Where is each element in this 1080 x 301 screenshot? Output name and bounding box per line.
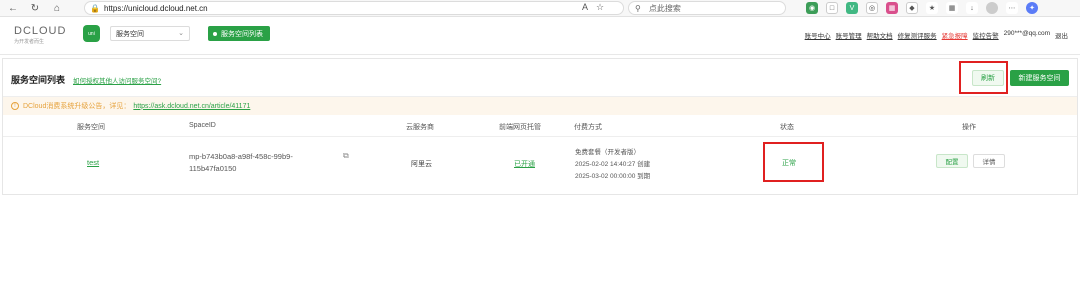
hosting-status-link[interactable]: 已开通 — [514, 159, 535, 169]
profile-avatar-icon[interactable] — [986, 2, 998, 14]
status-badge: 正常 — [782, 160, 796, 167]
page-title: 服务空间列表 — [11, 75, 66, 85]
unicloud-app-icon: uni — [83, 25, 100, 42]
payment-info: 免费套餐（开发者版） 2025-02-02 14:40:27 创建 2025-0… — [575, 147, 650, 183]
space-selector-value: 服务空间 — [116, 30, 144, 38]
space-list-button[interactable]: 服务空间列表 — [208, 26, 270, 41]
address-bar-actions: A ☆ — [582, 2, 604, 13]
header-space-name: 服务空间 — [77, 124, 105, 131]
header-hosting: 前端网页托管 — [499, 124, 541, 131]
new-space-button[interactable]: 新建服务空间 — [1010, 70, 1069, 86]
top-link-monitoring[interactable]: 监控告警 — [973, 30, 999, 40]
top-nav-links: 账号中心 账号管理 帮助文档 修复测评服务 紧急报障 监控告警 290***@q… — [805, 30, 1068, 40]
top-link-emergency[interactable]: 紧急报障 — [942, 30, 968, 40]
top-link-account-center[interactable]: 账号中心 — [805, 30, 831, 40]
detail-button[interactable]: 详情 — [973, 154, 1005, 168]
browser-favorites-icon[interactable]: ★ — [926, 2, 938, 14]
plan-name: 免费套餐（开发者版） — [575, 149, 640, 156]
top-link-account-manage[interactable]: 账号管理 — [836, 30, 862, 40]
copilot-icon[interactable]: ✦ — [1026, 2, 1038, 14]
table-header: 服务空间 SpaceID 云服务商 前端网页托管 付费方式 状态 操作 — [3, 115, 1077, 137]
table-row: test mp-b743b0a8-a98f-458c-99b9-115b47fa… — [3, 137, 1077, 193]
logout-link[interactable]: 退出 — [1055, 30, 1068, 40]
upgrade-notice: ! DCloud消费系统升级公告，详见： https://ask.dcloud.… — [3, 97, 1077, 115]
lock-icon: 🔒 — [90, 3, 100, 13]
extension-pink-icon[interactable]: ▦ — [886, 2, 898, 14]
expire-time: 2025-03-02 00:00:00 到期 — [575, 173, 651, 180]
address-bar-url: https://unicloud.dcloud.net.cn — [104, 3, 208, 13]
header-payment: 付费方式 — [574, 124, 602, 131]
chevron-down-icon: ⌄ — [178, 30, 184, 37]
download-icon[interactable]: ↓ — [966, 2, 978, 14]
access-help-link[interactable]: 如何授权其他人访问服务空间? — [73, 75, 161, 85]
app-header: DCLOUD 为开发者而生 uni 服务空间 ⌄ 服务空间列表 账号中心 账号管… — [0, 17, 1080, 55]
refresh-icon[interactable]: ↻ — [28, 1, 42, 15]
address-bar[interactable]: 🔒 https://unicloud.dcloud.net.cn — [84, 1, 624, 15]
back-icon[interactable]: ← — [6, 1, 20, 15]
config-button[interactable]: 配置 — [936, 154, 968, 168]
space-list-label: 服务空间列表 — [221, 30, 263, 38]
search-icon: ⚲ — [635, 3, 641, 13]
logo-slogan: 为开发者而生 — [14, 39, 45, 45]
browser-toolbar: ← ↻ ⌂ 🔒 https://unicloud.dcloud.net.cn A… — [0, 0, 1080, 17]
more-menu-icon[interactable]: ⋯ — [1006, 2, 1018, 14]
read-aloud-icon[interactable]: A — [582, 2, 588, 13]
space-name-link[interactable]: test — [87, 158, 99, 167]
space-id-value: mp-b743b0a8-a98f-458c-99b9-115b47fa0150 — [189, 152, 293, 173]
dot-icon — [213, 31, 217, 36]
collections-icon[interactable]: ▦ — [946, 2, 958, 14]
created-time: 2025-02-02 14:40:27 创建 — [575, 161, 651, 168]
dcloud-logo[interactable]: DCLOUD 为开发者而生 — [14, 25, 68, 45]
cloud-provider-value: 阿里云 — [411, 161, 432, 168]
panel-title-row: 服务空间列表 如何授权其他人访问服务空间? 刷新 新建服务空间 — [3, 59, 1077, 97]
warning-icon: ! — [11, 102, 19, 110]
extensions-puzzle-icon[interactable]: ◆ — [906, 2, 918, 14]
uni-icon-label: uni — [88, 30, 95, 37]
top-link-docs[interactable]: 帮助文档 — [867, 30, 893, 40]
extension-icons: ◉ □ V ◎ ▦ ◆ ★ ▦ ↓ ⋯ ✦ — [806, 2, 1038, 14]
copy-icon[interactable]: ⧉ — [343, 151, 349, 161]
header-cloud: 云服务商 — [406, 124, 434, 131]
extension-circle-icon[interactable]: ◎ — [866, 2, 878, 14]
browser-search-placeholder: 点此搜索 — [648, 3, 681, 13]
refresh-button[interactable]: 刷新 — [972, 70, 1004, 86]
space-selector[interactable]: 服务空间 ⌄ — [110, 26, 190, 41]
logo-text: DCLOUD — [14, 25, 67, 37]
favorite-star-icon[interactable]: ☆ — [596, 2, 604, 13]
vue-devtools-icon[interactable]: V — [846, 2, 858, 14]
notice-text: DCloud消费系统升级公告，详见： — [23, 103, 131, 110]
space-list-panel: 服务空间列表 如何授权其他人访问服务空间? 刷新 新建服务空间 ! DCloud… — [2, 58, 1078, 195]
header-status: 状态 — [780, 124, 794, 131]
header-actions: 操作 — [962, 124, 976, 131]
top-link-review-service[interactable]: 修复测评服务 — [898, 30, 937, 40]
browser-search-input[interactable]: ⚲ 点此搜索 — [628, 1, 786, 15]
header-space-id: SpaceID — [189, 122, 216, 129]
extension-shield-icon[interactable]: ◉ — [806, 2, 818, 14]
user-email: 290***@qq.com — [1003, 30, 1050, 37]
extension-box-icon[interactable]: □ — [826, 2, 838, 14]
notice-link[interactable]: https://ask.dcloud.net.cn/article/41171 — [133, 103, 250, 110]
home-icon[interactable]: ⌂ — [50, 1, 64, 15]
